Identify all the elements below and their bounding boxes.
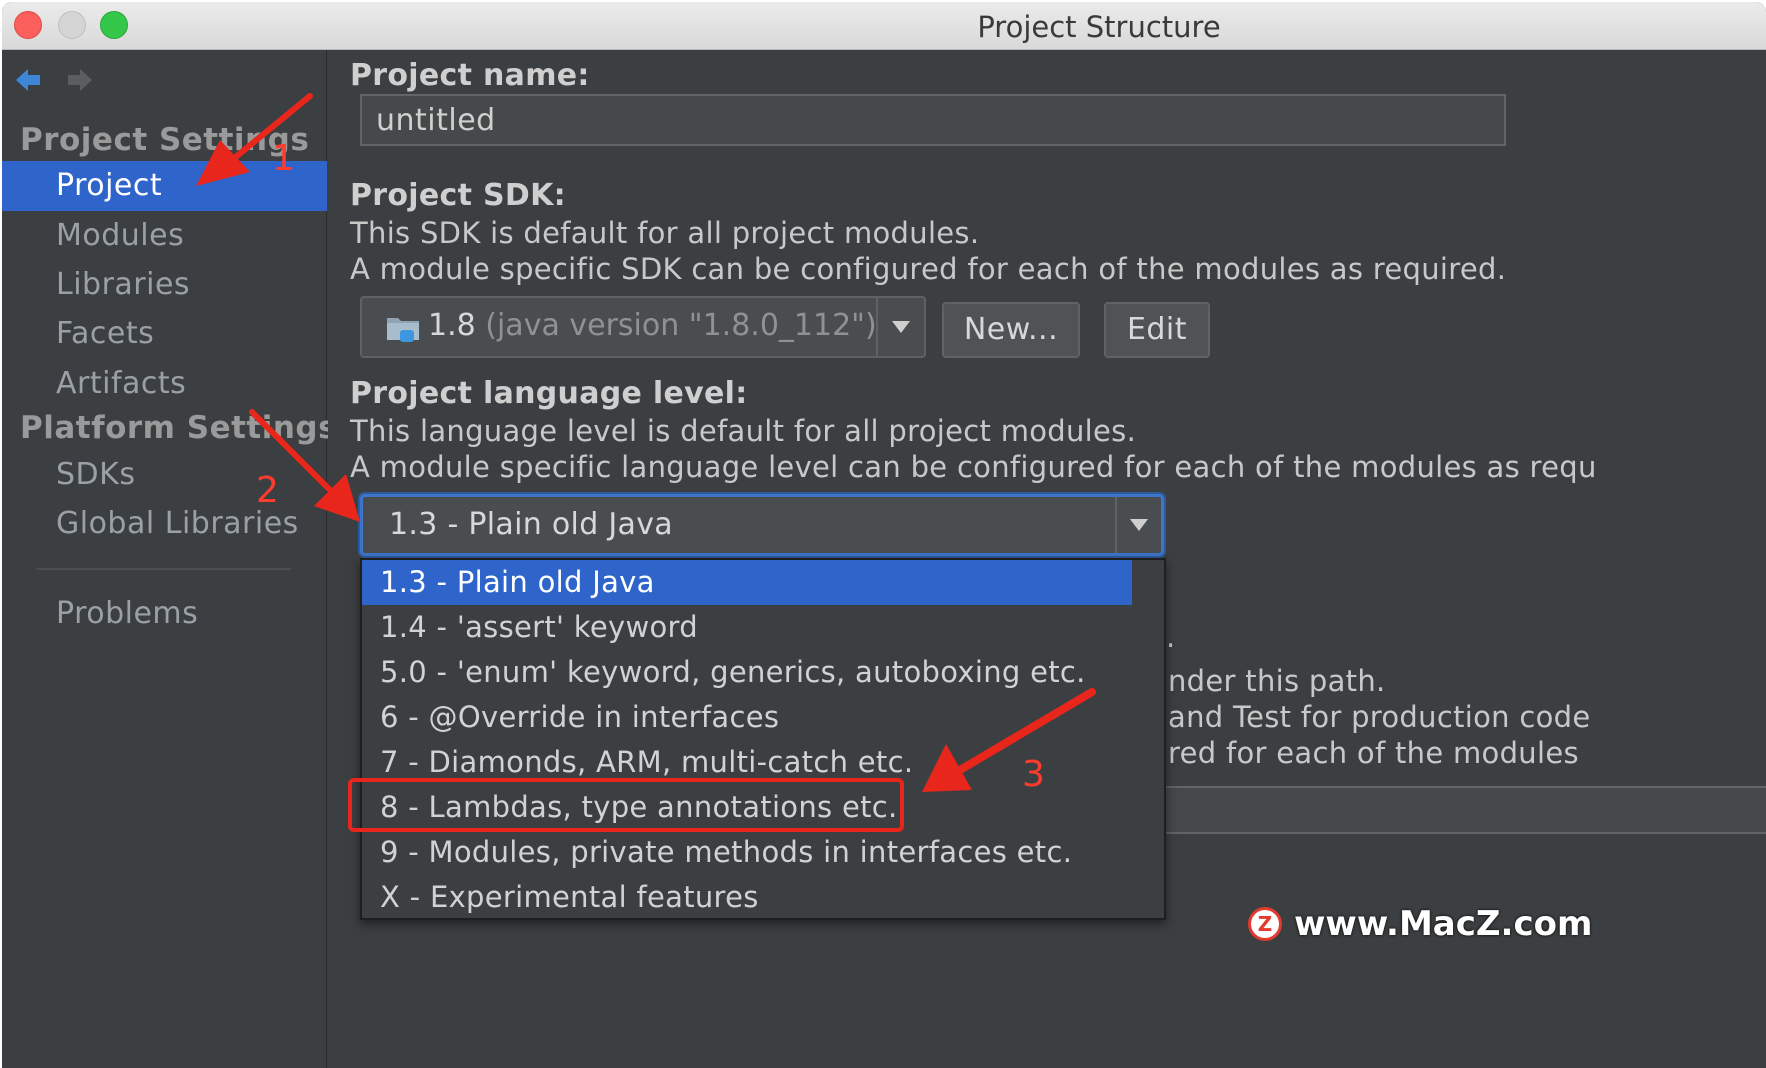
project-sdk-dropdown[interactable]: 1.8 (java version "1.8.0_112")	[360, 296, 926, 358]
project-settings-header: Project Settings	[20, 122, 310, 158]
sdk-version-detail: (java version "1.8.0_112")	[485, 308, 877, 343]
language-level-description-2: A module specific language level can be …	[350, 450, 1597, 484]
title-bar: Project Structure	[2, 2, 1766, 50]
sidebar-item-project[interactable]: Project	[2, 161, 327, 211]
sdk-dropdown-arrow[interactable]	[876, 298, 924, 356]
language-level-dropdown-arrow[interactable]	[1115, 497, 1161, 553]
language-level-dropdown[interactable]: 1.3 - Plain old Java	[360, 494, 1164, 556]
sidebar-divider	[36, 568, 291, 570]
sidebar-item-modules[interactable]: Modules	[2, 211, 327, 261]
macz-logo-icon: Z	[1248, 907, 1282, 941]
jdk-folder-icon	[387, 318, 419, 342]
language-level-option[interactable]: 9 - Modules, private methods in interfac…	[362, 830, 1132, 875]
language-level-label: Project language level:	[350, 376, 748, 411]
watermark: Z www.MacZ.com	[1248, 902, 1592, 946]
language-level-option[interactable]: 5.0 - 'enum' keyword, generics, autoboxi…	[362, 650, 1132, 695]
compiler-output-input[interactable]	[1164, 786, 1766, 834]
edit-sdk-button[interactable]: Edit	[1104, 302, 1210, 358]
platform-settings-header: Platform Settings	[20, 410, 338, 446]
language-level-option[interactable]: X - Experimental features	[362, 875, 1132, 920]
production-test-fragment: and Test for production code	[1168, 700, 1591, 734]
watermark-text: www.MacZ.com	[1294, 904, 1593, 944]
chevron-down-icon	[892, 321, 910, 333]
sidebar-item-artifacts[interactable]: Artifacts	[2, 359, 327, 409]
sidebar-item-sdks[interactable]: SDKs	[2, 450, 327, 500]
sidebar-item-global-libraries[interactable]: Global Libraries	[2, 499, 327, 549]
sidebar-item-facets[interactable]: Facets	[2, 309, 327, 359]
project-name-label: Project name:	[350, 58, 590, 93]
language-level-description-1: This language level is default for all p…	[350, 414, 1137, 448]
compiler-output-path-fragment: nder this path.	[1168, 664, 1386, 698]
language-level-option-lambdas[interactable]: 8 - Lambdas, type annotations etc.	[362, 785, 1132, 830]
language-level-option[interactable]: 7 - Diamonds, ARM, multi-catch etc.	[362, 740, 1132, 785]
chevron-down-icon	[1130, 519, 1148, 531]
sidebar: Project Settings Project Modules Librari…	[2, 50, 337, 1068]
sidebar-item-problems[interactable]: Problems	[2, 589, 327, 639]
sdk-description-1: This SDK is default for all project modu…	[350, 216, 980, 250]
sdk-description-2: A module specific SDK can be configured …	[350, 252, 1507, 286]
project-sdk-label: Project SDK:	[350, 178, 566, 213]
new-sdk-button[interactable]: New...	[942, 302, 1080, 358]
modules-config-fragment: red for each of the modules	[1168, 736, 1579, 770]
language-level-option[interactable]: 1.4 - 'assert' keyword	[362, 605, 1132, 650]
sidebar-item-libraries[interactable]: Libraries	[2, 260, 327, 310]
language-level-option[interactable]: 6 - @Override in interfaces	[362, 695, 1132, 740]
language-level-selected: 1.3 - Plain old Java	[389, 507, 673, 542]
language-level-option[interactable]: 1.3 - Plain old Java	[362, 560, 1132, 605]
compiler-output-description-fragment: .	[1166, 620, 1176, 654]
project-name-input[interactable]	[360, 94, 1506, 146]
language-level-options-list: 1.3 - Plain old Java 1.4 - 'assert' keyw…	[360, 558, 1166, 920]
arrow-left-icon	[16, 69, 40, 91]
window-title: Project Structure	[977, 10, 1221, 44]
forward-button[interactable]	[62, 62, 98, 98]
back-button[interactable]	[10, 62, 46, 98]
arrow-right-icon	[68, 69, 92, 91]
sdk-version-text: 1.8	[428, 308, 476, 343]
